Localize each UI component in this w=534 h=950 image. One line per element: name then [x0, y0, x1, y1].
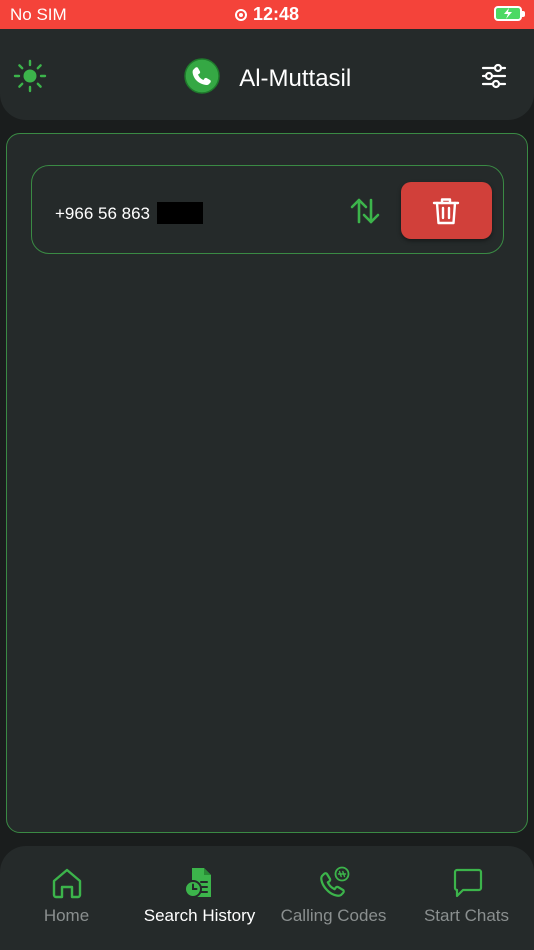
app-logo-icon	[183, 57, 221, 100]
nav-label-search-history: Search History	[143, 906, 256, 925]
status-time: 12:48	[252, 4, 300, 24]
swap-vertical-icon	[350, 198, 380, 224]
delete-button[interactable]	[401, 182, 492, 239]
history-phone-number: +966 56 863	[55, 202, 203, 224]
screen-record-icon	[234, 9, 247, 21]
redacted-block	[156, 202, 203, 224]
calling-codes-icon	[267, 866, 400, 900]
app-title: Al-Muttasil	[239, 64, 352, 92]
home-icon	[0, 866, 133, 900]
chat-icon	[400, 866, 533, 900]
app-header: Al-Muttasil	[0, 29, 534, 120]
nav-label-start-chats: Start Chats	[423, 906, 510, 925]
bottom-navigation: Home Search History Calling Codes Start …	[0, 846, 534, 950]
sliders-icon	[481, 63, 507, 89]
battery-charging-icon	[494, 6, 525, 21]
status-time-wrap: 12:48	[0, 4, 534, 25]
settings-button[interactable]	[480, 62, 508, 90]
nav-item-home[interactable]: Home	[0, 866, 133, 936]
search-history-icon	[133, 866, 266, 900]
search-history-panel: +966 56 863	[6, 133, 528, 833]
nav-label-calling-codes: Calling Codes	[280, 906, 387, 925]
nav-item-search-history[interactable]: Search History	[133, 866, 266, 936]
nav-label-home: Home	[43, 906, 90, 925]
nav-item-start-chats[interactable]: Start Chats	[400, 866, 533, 936]
swap-button[interactable]	[349, 196, 381, 226]
history-list-item[interactable]: +966 56 863	[31, 165, 504, 254]
app-title-wrap: Al-Muttasil	[0, 57, 534, 100]
trash-icon	[432, 198, 460, 225]
nav-item-calling-codes[interactable]: Calling Codes	[267, 866, 400, 936]
status-bar: No SIM 12:48	[0, 0, 534, 29]
